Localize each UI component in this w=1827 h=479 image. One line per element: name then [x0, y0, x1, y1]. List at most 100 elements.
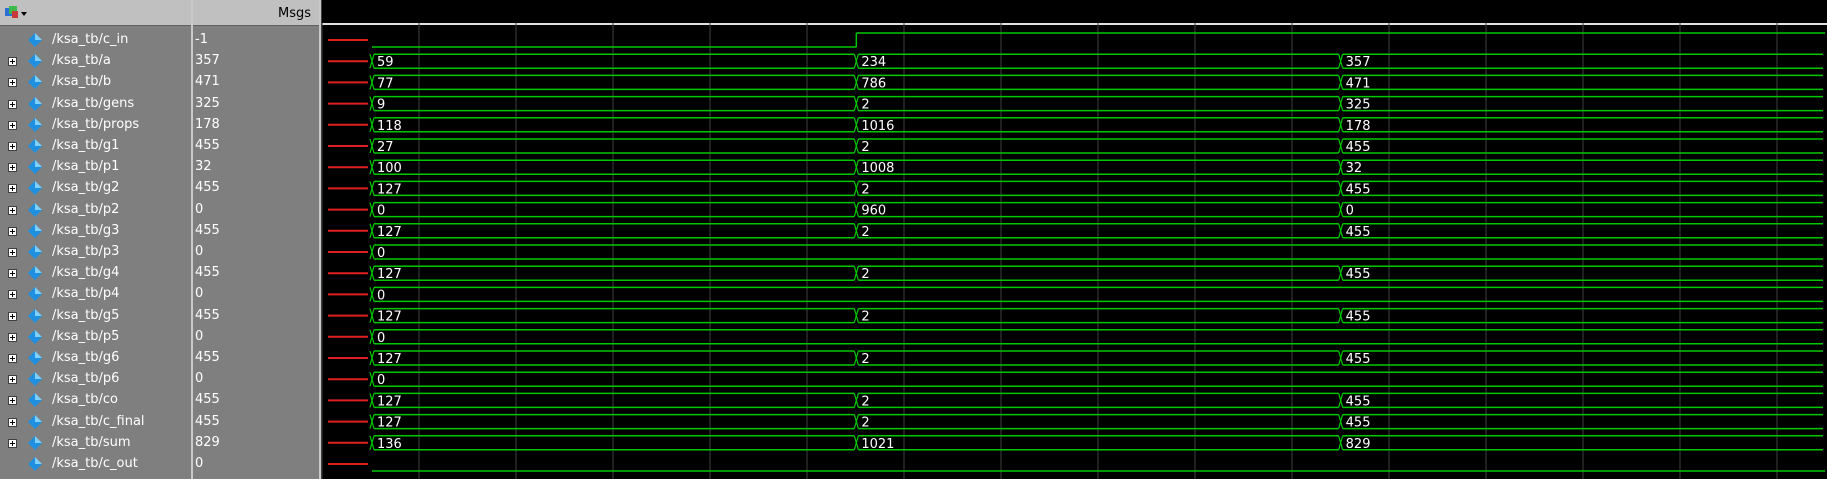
- bus-value-label: 2: [861, 416, 869, 431]
- signal-name: /ksa_tb/g4: [52, 265, 120, 281]
- wave-objects-icon[interactable]: [4, 5, 28, 21]
- signal-row[interactable]: /ksa_tb/c_final: [0, 412, 191, 433]
- signal-value-cell: 0: [193, 200, 319, 221]
- bus-value-label: 77: [377, 76, 394, 91]
- expand-plus-icon[interactable]: [8, 290, 17, 300]
- signal-row[interactable]: /ksa_tb/p3: [0, 242, 191, 263]
- wave-cursor-header[interactable]: [322, 0, 1827, 25]
- signal-row[interactable]: /ksa_tb/b: [0, 72, 191, 93]
- expand-plus-icon[interactable]: [8, 142, 17, 151]
- bus-value-label: 0: [1346, 204, 1354, 219]
- bus-value-label: 127: [377, 394, 402, 409]
- expand-plus-icon[interactable]: [8, 205, 17, 215]
- signal-value-cell: 455: [193, 136, 319, 157]
- bus-value-label: 471: [1346, 76, 1371, 91]
- signal-value: 325: [195, 95, 220, 111]
- expand-plus-icon[interactable]: [8, 375, 17, 385]
- bus-value-label: 960: [861, 204, 886, 219]
- signal-diamond-icon: [28, 160, 42, 175]
- signal-name: /ksa_tb/p6: [52, 371, 120, 387]
- expand-plus-icon[interactable]: [8, 78, 17, 88]
- bus-value-label: 2: [861, 225, 869, 240]
- bus-value-label: 455: [1346, 182, 1371, 197]
- signal-row[interactable]: /ksa_tb/p6: [0, 369, 191, 390]
- signal-name: /ksa_tb/c_out: [52, 456, 138, 471]
- bus-value-label: 2: [861, 394, 869, 409]
- signal-row[interactable]: /ksa_tb/g6: [0, 348, 191, 369]
- expand-plus-icon[interactable]: [8, 354, 17, 363]
- signal-row[interactable]: /ksa_tb/co: [0, 390, 191, 411]
- bus-value-label: 127: [377, 352, 402, 367]
- bus-value-label: 1021: [861, 437, 894, 452]
- signal-diamond-icon: [28, 308, 42, 323]
- signal-value: 455: [195, 350, 220, 365]
- signal-value-cell: 0: [193, 454, 319, 475]
- msgs-label: Msgs: [277, 6, 311, 21]
- signal-row[interactable]: /ksa_tb/c_out: [0, 454, 191, 475]
- signal-row[interactable]: /ksa_tb/p2: [0, 200, 191, 221]
- signal-row[interactable]: /ksa_tb/p4: [0, 284, 191, 305]
- signal-row[interactable]: /ksa_tb/c_in: [0, 30, 191, 51]
- signal-row[interactable]: /ksa_tb/g1: [0, 136, 191, 157]
- signal-name: /ksa_tb/p5: [52, 328, 120, 344]
- expand-plus-icon[interactable]: [8, 311, 17, 321]
- expand-plus-icon[interactable]: [8, 417, 17, 427]
- expand-plus-icon[interactable]: [8, 226, 17, 236]
- signal-row[interactable]: /ksa_tb/g4: [0, 263, 191, 284]
- expand-plus-icon[interactable]: [8, 163, 17, 173]
- signal-name: /ksa_tb/g1: [52, 138, 120, 153]
- signal-value-cell: 455: [193, 221, 319, 242]
- signal-value-cell: 178: [193, 115, 319, 136]
- bus-value-label: 127: [377, 182, 402, 197]
- signal-row[interactable]: /ksa_tb/g2: [0, 178, 191, 199]
- signal-value: 178: [195, 116, 220, 132]
- signal-value-cell: 0: [193, 242, 319, 263]
- bus-value-label: 118: [377, 119, 402, 134]
- signal-value-cell: 455: [193, 178, 319, 199]
- signal-row[interactable]: /ksa_tb/sum: [0, 433, 191, 454]
- expand-plus-icon[interactable]: [8, 120, 17, 130]
- signal-diamond-icon: [28, 351, 42, 365]
- bus-value-label: 1016: [861, 119, 894, 134]
- expand-plus-icon[interactable]: [8, 57, 17, 67]
- expand-plus-icon[interactable]: [8, 438, 17, 448]
- bus-value-label: 127: [377, 416, 402, 431]
- bus-value-label: 27: [377, 140, 394, 155]
- bus-value-label: 1008: [861, 161, 894, 176]
- expand-plus-icon[interactable]: [8, 332, 17, 342]
- expand-plus-icon[interactable]: [8, 99, 17, 109]
- signal-row[interactable]: /ksa_tb/gens: [0, 94, 191, 115]
- bus-value-label: 786: [861, 76, 886, 91]
- signal-value: 471: [195, 74, 220, 90]
- expand-plus-icon[interactable]: [8, 248, 17, 257]
- bus-value-label: 234: [861, 55, 886, 70]
- bus-value-label: 2: [861, 182, 869, 197]
- signal-row[interactable]: /ksa_tb/a: [0, 51, 191, 72]
- bus-value-label: 32: [1346, 161, 1363, 176]
- waveform-canvas[interactable]: 59 234 357 77 786 471 9 2 325 118 1016 178 27 2 455 100…: [322, 23, 1827, 479]
- signal-row[interactable]: /ksa_tb/g3: [0, 221, 191, 242]
- signal-value-cell: 0: [193, 369, 319, 390]
- signal-diamond-icon: [28, 223, 42, 238]
- signal-value-cell: 357: [193, 51, 319, 72]
- signal-name: /ksa_tb/g5: [52, 307, 120, 323]
- signal-row[interactable]: /ksa_tb/g5: [0, 306, 191, 327]
- bus-value-label: 455: [1346, 310, 1371, 325]
- signal-value: 0: [195, 244, 204, 259]
- signal-diamond-icon: [28, 96, 42, 111]
- bus-value-label: 136: [377, 437, 402, 452]
- bus-value-label: 2: [861, 352, 869, 367]
- signal-row[interactable]: /ksa_tb/p1: [0, 157, 191, 178]
- bus-value-label: 2: [861, 267, 869, 282]
- signal-name: /ksa_tb/p1: [52, 159, 120, 175]
- signal-value: 829: [195, 434, 220, 450]
- expand-plus-icon[interactable]: [8, 396, 17, 406]
- signal-diamond-icon: [28, 245, 42, 259]
- expand-plus-icon[interactable]: [8, 269, 17, 279]
- signal-name: /ksa_tb/sum: [52, 434, 131, 450]
- expand-plus-icon[interactable]: [8, 184, 17, 194]
- signal-row[interactable]: /ksa_tb/p5: [0, 327, 191, 348]
- signal-row[interactable]: /ksa_tb/props: [0, 115, 191, 136]
- signal-value-cell: 0: [193, 284, 319, 305]
- signal-value: 0: [195, 286, 204, 302]
